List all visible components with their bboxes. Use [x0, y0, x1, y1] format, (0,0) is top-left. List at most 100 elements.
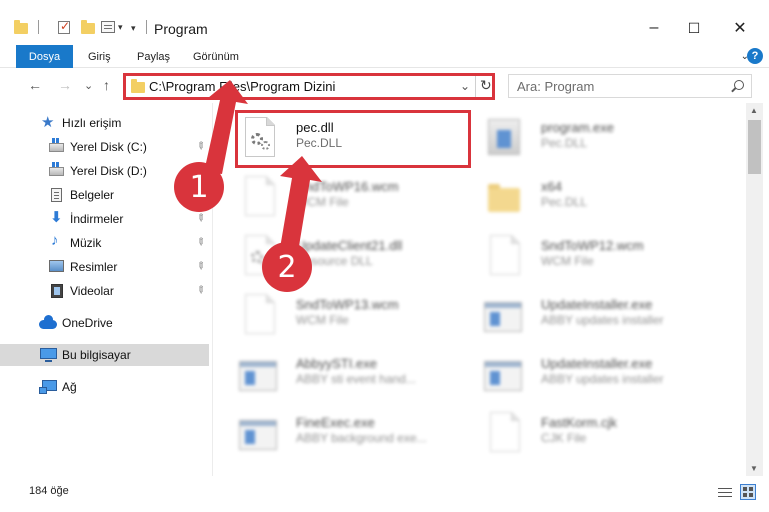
scroll-up-icon[interactable]: ▲ — [750, 106, 758, 115]
sidebar-item-local-disk-c[interactable]: Yerel Disk (C:) ✎ — [0, 136, 212, 158]
title-bar: ✓ ▾ ▾ Program – ☐ ✕ — [0, 0, 769, 44]
minimize-button[interactable]: – — [640, 14, 668, 42]
ribbon: Dosya Giriş Paylaş Görünüm ⌄ ? — [0, 44, 769, 68]
file-item[interactable]: UpdateInstaller.exe ABBY updates install… — [482, 347, 732, 405]
properties-check-icon[interactable]: ✓ — [58, 19, 70, 34]
refresh-icon[interactable]: ↻ — [480, 77, 492, 94]
blank-file-icon — [237, 292, 281, 342]
address-divider — [475, 76, 476, 97]
file-name: AbbyySTI.exe — [296, 356, 377, 371]
close-button[interactable]: ✕ — [726, 14, 754, 42]
file-item[interactable]: FastKorm.cjk CJK File — [482, 406, 732, 464]
help-icon[interactable]: ? — [747, 48, 763, 64]
address-dropdown-icon[interactable]: ⌄ — [460, 79, 470, 93]
large-icons-view-icon[interactable] — [740, 484, 756, 500]
sidebar-item-this-pc[interactable]: Bu bilgisayar — [0, 344, 209, 366]
file-name: UpdateClient21.dll — [296, 238, 403, 253]
drive-icon — [49, 138, 64, 152]
drive-icon — [49, 162, 64, 176]
pin-icon[interactable]: ✎ — [193, 236, 207, 250]
file-name: program.exe — [541, 120, 614, 135]
sidebar-item-videos[interactable]: Videolar ✎ — [0, 280, 212, 302]
file-item[interactable]: SndToWP16.wcm WCM File — [237, 170, 487, 228]
file-item[interactable]: AbbyySTI.exe ABBY sti event hand... — [237, 347, 487, 405]
sidebar-item-label: Ağ — [62, 380, 77, 394]
sidebar-item-label: OneDrive — [62, 316, 113, 330]
address-bar[interactable]: C:\Program Files\Program Dizini ⌄ ↻ — [123, 73, 495, 100]
new-folder-icon[interactable] — [81, 20, 95, 34]
qa-chevron-icon[interactable]: ▾ — [118, 22, 123, 33]
item-count: 184 öğe — [29, 485, 69, 497]
file-type: Pec.DLL — [541, 136, 588, 150]
sidebar-item-pictures[interactable]: Resimler ✎ — [0, 256, 212, 278]
pin-icon[interactable]: ✎ — [193, 212, 207, 226]
search-icon[interactable] — [734, 80, 744, 90]
tab-view[interactable]: Görünüm — [193, 51, 239, 63]
properties-icon[interactable] — [101, 21, 115, 33]
status-bar: 184 öğe — [0, 476, 769, 512]
sidebar-item-onedrive[interactable]: OneDrive — [0, 312, 212, 334]
folder-icon — [131, 79, 145, 93]
customize-quick-access-icon[interactable]: ▾ — [131, 23, 136, 34]
file-type: ABBY updates installer — [541, 372, 664, 386]
file-name: UpdateInstaller.exe — [541, 356, 653, 371]
sidebar-item-network[interactable]: Ağ — [0, 376, 212, 398]
navigation-bar: ← → ⌄ ↑ C:\Program Files\Program Dizini … — [0, 69, 769, 103]
sidebar-item-label: Yerel Disk (C:) — [70, 140, 147, 154]
window-title: Program — [154, 21, 208, 37]
file-name: FastKorm.cjk — [541, 415, 617, 430]
exe-icon — [482, 292, 526, 342]
file-name: SndToWP13.wcm — [296, 297, 399, 312]
search-box[interactable]: Ara: Program — [508, 74, 752, 98]
highlight-box — [235, 110, 471, 168]
sidebar-item-label: Belgeler — [70, 188, 115, 202]
scroll-down-icon[interactable]: ▼ — [750, 464, 758, 473]
pin-icon[interactable]: ✎ — [193, 284, 207, 298]
file-name: SndToWP12.wcm — [541, 238, 644, 253]
music-icon: ♪ — [51, 232, 59, 249]
network-icon — [39, 380, 57, 394]
up-button[interactable]: ↑ — [103, 77, 110, 93]
file-type: WCM File — [296, 313, 349, 327]
file-item[interactable]: SndToWP12.wcm WCM File — [482, 229, 732, 287]
file-item[interactable]: program.exe Pec.DLL — [482, 111, 732, 169]
sidebar-item-label: Videolar — [70, 284, 114, 298]
file-item[interactable]: UpdateInstaller.exe ABBY updates install… — [482, 288, 732, 346]
scroll-thumb[interactable] — [748, 120, 761, 174]
download-icon: ⬇ — [50, 209, 63, 226]
blank-file-icon — [482, 410, 526, 460]
maximize-button[interactable]: ☐ — [680, 14, 708, 42]
file-item[interactable]: FineExec.exe ABBY background exe... — [237, 406, 487, 464]
details-view-icon[interactable] — [718, 486, 734, 499]
sidebar-item-label: Resimler — [70, 260, 118, 274]
search-placeholder[interactable]: Ara: Program — [517, 79, 594, 94]
sidebar-item-quick-access[interactable]: ★ Hızlı erişim — [0, 112, 212, 134]
file-item[interactable]: SndToWP13.wcm WCM File — [237, 288, 487, 346]
exe-icon — [237, 410, 281, 460]
step-badge-2: 2 — [262, 242, 312, 292]
tab-file[interactable]: Dosya — [16, 45, 73, 68]
file-type: ABBY updates installer — [541, 313, 664, 327]
tab-share[interactable]: Paylaş — [137, 51, 170, 63]
file-item[interactable]: x64 Pec.DLL — [482, 170, 732, 228]
forward-button[interactable]: → — [58, 77, 72, 93]
address-path[interactable]: C:\Program Files\Program Dizini — [149, 79, 335, 94]
cloud-icon — [39, 315, 57, 329]
back-button[interactable]: ← — [28, 77, 42, 93]
recent-locations-button[interactable]: ⌄ — [84, 79, 93, 92]
file-name: UpdateInstaller.exe — [541, 297, 653, 312]
pin-icon[interactable]: ✎ — [193, 260, 207, 274]
sidebar-item-downloads[interactable]: ⬇ İndirmeler ✎ — [0, 208, 212, 230]
toolbar-separator — [146, 20, 147, 34]
sidebar-item-label: İndirmeler — [70, 212, 124, 226]
vertical-scrollbar[interactable]: ▲ ▼ — [746, 103, 763, 476]
pictures-icon — [49, 260, 64, 272]
pin-icon[interactable]: ✎ — [193, 140, 207, 154]
exe-icon — [482, 351, 526, 401]
blank-file-icon — [482, 233, 526, 283]
file-type: ABBY sti event hand... — [296, 372, 416, 386]
tab-home[interactable]: Giriş — [88, 51, 111, 63]
document-icon — [51, 188, 62, 202]
sidebar-item-music[interactable]: ♪ Müzik ✎ — [0, 232, 212, 254]
sidebar-item-label: Müzik — [70, 236, 102, 250]
